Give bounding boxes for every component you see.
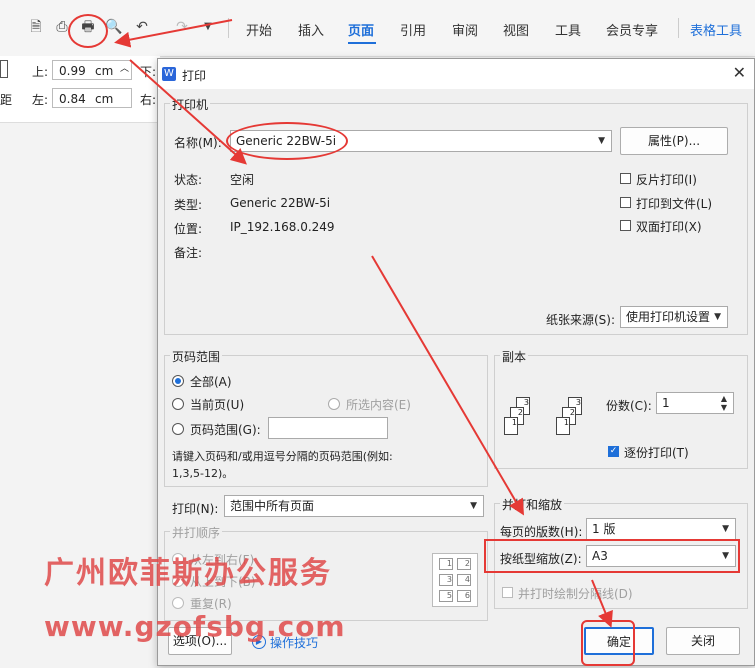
watermark-line1: 广州欧菲斯办公服务	[44, 556, 332, 591]
watermark-line2: www.gzofsbg.com	[44, 610, 346, 643]
